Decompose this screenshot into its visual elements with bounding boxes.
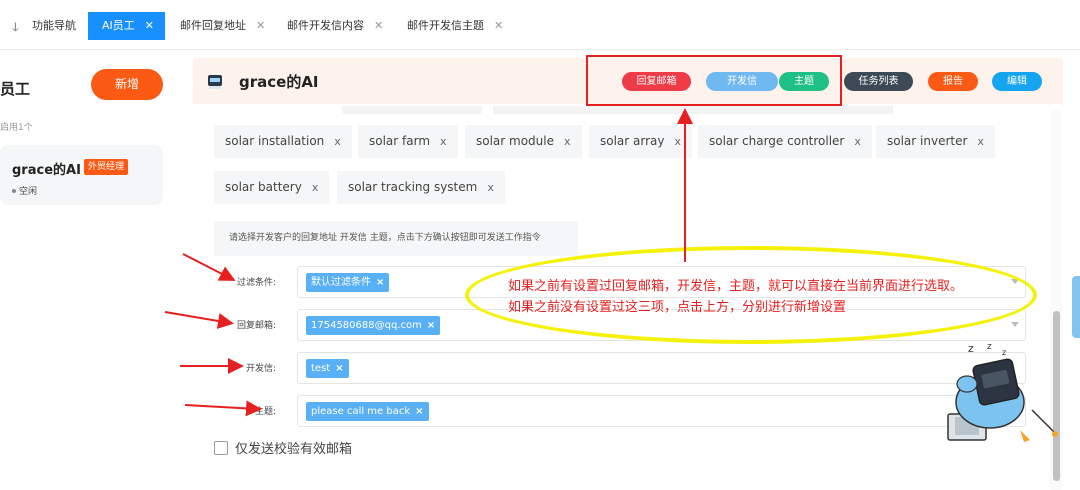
- sleeping-robot-mascot-icon: z z z: [947, 342, 1058, 442]
- svg-text:z: z: [987, 342, 992, 352]
- annotation-arrows: z z z: [164, 108, 1058, 442]
- arrow-to-topic-icon: [184, 400, 262, 417]
- svg-text:z: z: [968, 342, 974, 355]
- arrow-to-filter-icon: [182, 253, 236, 281]
- app-root: ↆ 功能导航 AI员工 ✕ 邮件回复地址 ✕ 邮件开发信内容 ✕ 邮件开发信主题 ✕ 员工…: [0, 0, 1080, 490]
- arrow-to-reply-icon: [164, 311, 234, 329]
- svg-text:z: z: [1002, 348, 1006, 357]
